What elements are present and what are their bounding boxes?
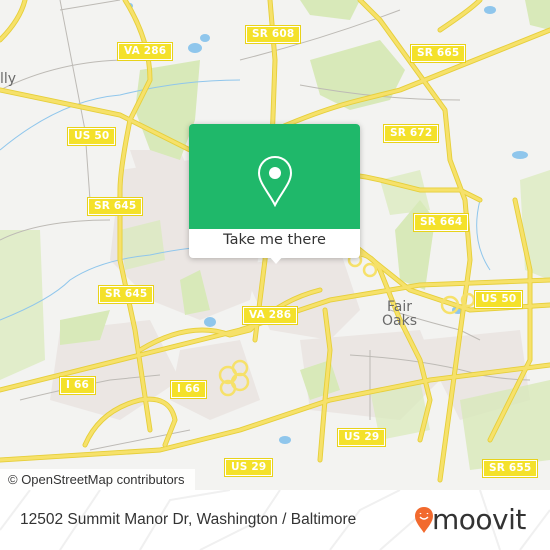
popup-header [189, 124, 360, 229]
take-me-there-button[interactable]: Take me there [189, 232, 360, 248]
footer-bar: 12502 Summit Manor Dr, Washington / Balt… [0, 490, 550, 550]
place-label-partial: lly [0, 71, 17, 87]
place-label-fair-oaks: Fair Oaks [382, 300, 417, 328]
route-shield: SR 655 [481, 459, 539, 478]
route-shield: I 66 [170, 380, 207, 399]
location-popup[interactable]: Take me there [189, 124, 360, 264]
place-label-line: Fair [387, 299, 412, 315]
route-shield: VA 286 [116, 42, 174, 61]
route-shield: SR 645 [97, 285, 155, 304]
brand-wordmark: moovit [432, 503, 526, 536]
route-shield: SR 608 [244, 25, 302, 44]
route-shield: US 29 [223, 458, 274, 477]
route-shield: SR 664 [412, 213, 470, 232]
place-label-line: Oaks [382, 313, 417, 329]
map-attribution[interactable]: © OpenStreetMap contributors [0, 469, 195, 490]
route-shield: US 50 [66, 127, 117, 146]
route-shield: US 29 [336, 428, 387, 447]
route-shield: SR 665 [409, 44, 467, 63]
moovit-pin-icon [415, 507, 433, 533]
location-pin-icon [257, 155, 293, 207]
address-text: 12502 Summit Manor Dr, Washington / Balt… [20, 511, 357, 528]
route-shield: US 50 [473, 290, 524, 309]
route-shield: I 66 [59, 376, 96, 395]
route-shield: SR 645 [86, 197, 144, 216]
map-view[interactable]: VA 286 SR 608 SR 665 US 50 SR 672 SR 645… [0, 0, 550, 490]
route-shield: VA 286 [241, 306, 299, 325]
route-shield: SR 672 [382, 124, 440, 143]
popup-pointer [268, 255, 284, 264]
